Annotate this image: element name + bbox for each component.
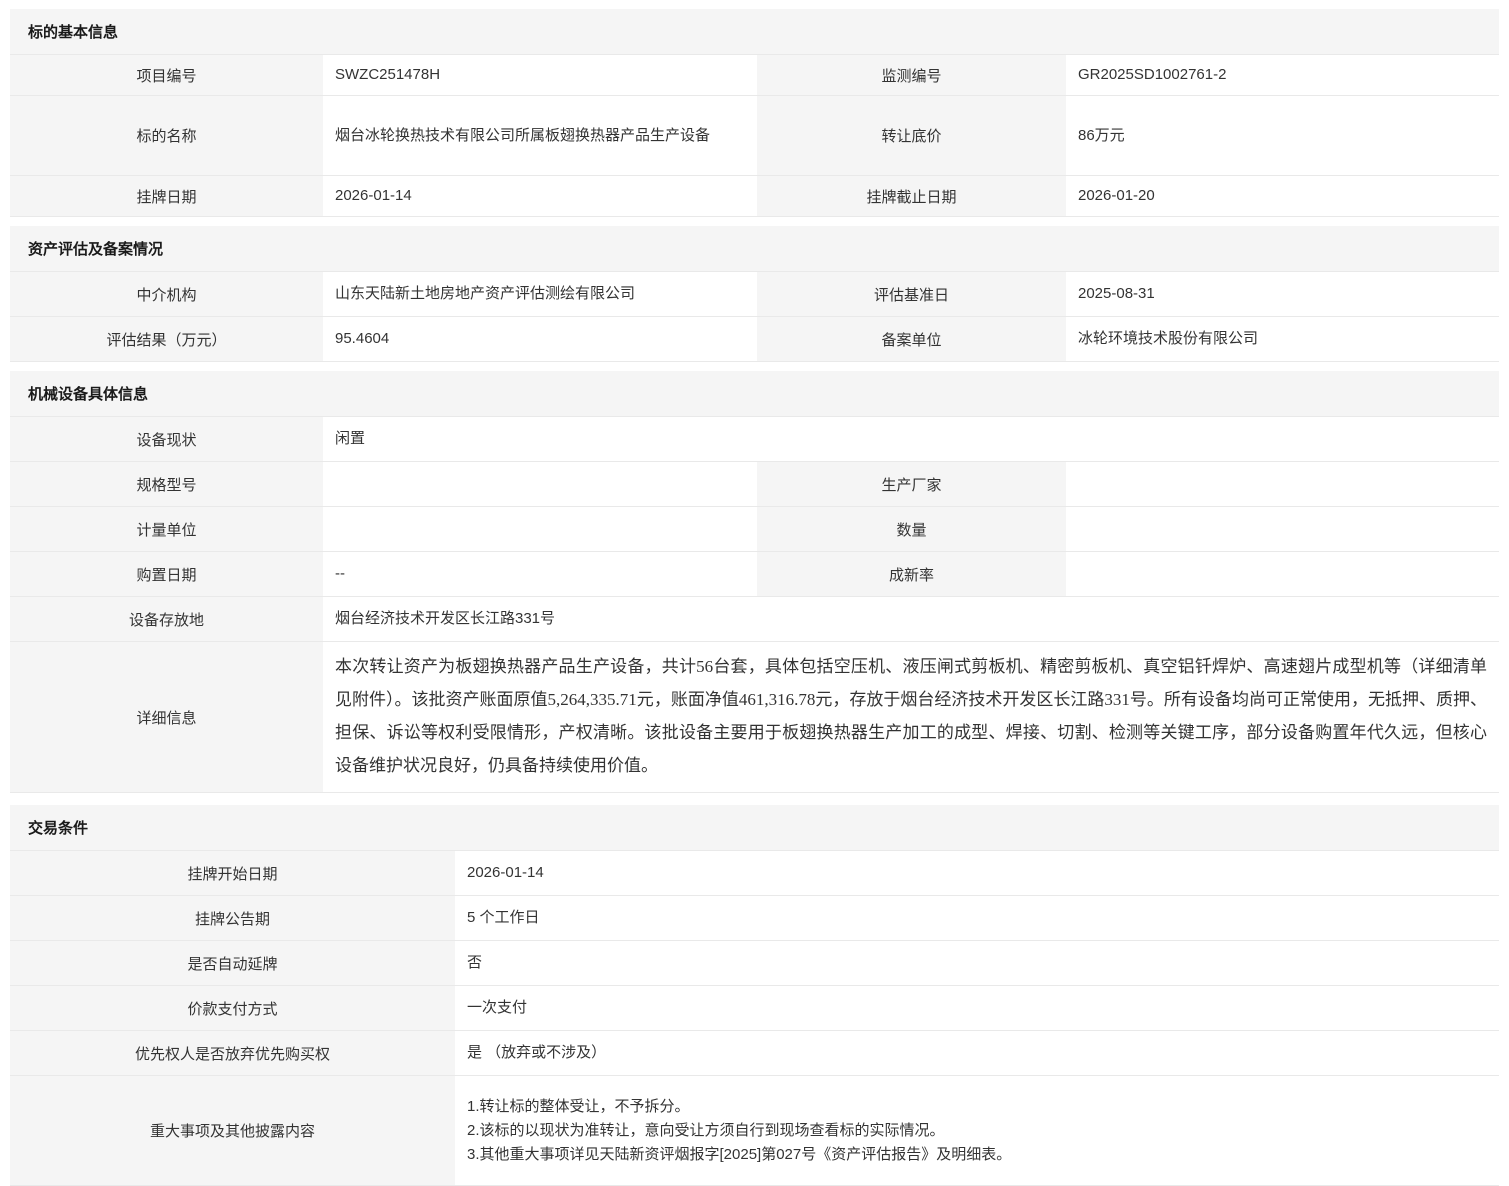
row-label-purchase-date: 购置日期	[10, 552, 323, 596]
table-row: 中介机构 山东天陆新土地房地产资产评估测绘有限公司 评估基准日 2025-08-…	[10, 272, 1499, 317]
row-label-unit: 计量单位	[10, 507, 323, 551]
row-value-auto-extension: 否	[455, 941, 1499, 985]
row-label-listing-deadline: 挂牌截止日期	[757, 176, 1066, 216]
row-label-quantity: 数量	[757, 507, 1066, 551]
row-value-major-disclosure: 1.转让标的整体受让，不予拆分。 2.该标的以现状为准转让，意向受让方须自行到现…	[455, 1076, 1499, 1185]
section-title-assessment: 资产评估及备案情况	[10, 226, 1499, 272]
disclosure-line-2: 2.该标的以现状为准转让，意向受让方须自行到现场查看标的实际情况。	[467, 1119, 1011, 1143]
table-row: 项目编号 SWZC251478H 监测编号 GR2025SD1002761-2	[10, 55, 1499, 96]
section-assessment: 资产评估及备案情况 中介机构 山东天陆新土地房地产资产评估测绘有限公司 评估基准…	[10, 226, 1499, 362]
row-label-assessment-base-date: 评估基准日	[757, 272, 1066, 316]
row-value-announcement-period: 5 个工作日	[455, 896, 1499, 940]
row-label-spec-model: 规格型号	[10, 462, 323, 506]
table-row: 购置日期 -- 成新率	[10, 552, 1499, 597]
section-conditions: 交易条件 挂牌开始日期 2026-01-14 挂牌公告期 5 个工作日 是否自动…	[10, 805, 1499, 1186]
row-value-assessment-base-date: 2025-08-31	[1066, 272, 1499, 316]
row-label-payment-method: 价款支付方式	[10, 986, 455, 1030]
row-label-agency: 中介机构	[10, 272, 323, 316]
section-title-basic-info: 标的基本信息	[10, 9, 1499, 55]
table-row: 评估结果（万元） 95.4604 备案单位 冰轮环境技术股份有限公司	[10, 317, 1499, 362]
row-value-unit	[323, 507, 757, 551]
table-row: 挂牌开始日期 2026-01-14	[10, 851, 1499, 896]
section-title-conditions: 交易条件	[10, 805, 1499, 851]
row-value-quantity	[1066, 507, 1499, 551]
row-label-newness-rate: 成新率	[757, 552, 1066, 596]
row-value-detail-info: 本次转让资产为板翅换热器产品生产设备，共计56台套，具体包括空压机、液压闸式剪板…	[323, 642, 1499, 792]
table-row: 标的名称 烟台冰轮换热技术有限公司所属板翅换热器产品生产设备 转让底价 86万元	[10, 96, 1499, 176]
row-value-filing-unit: 冰轮环境技术股份有限公司	[1066, 317, 1499, 361]
row-value-purchase-date: --	[323, 552, 757, 596]
table-row: 规格型号 生产厂家	[10, 462, 1499, 507]
table-row: 是否自动延牌 否	[10, 941, 1499, 986]
row-label-announcement-period: 挂牌公告期	[10, 896, 455, 940]
row-value-subject-name: 烟台冰轮换热技术有限公司所属板翅换热器产品生产设备	[323, 96, 757, 175]
row-value-spec-model	[323, 462, 757, 506]
table-row: 挂牌日期 2026-01-14 挂牌截止日期 2026-01-20	[10, 176, 1499, 217]
section-equipment: 机械设备具体信息 设备现状 闲置 规格型号 生产厂家 计量单位 数量 购置日期 …	[10, 371, 1499, 793]
row-value-listing-start-date: 2026-01-14	[455, 851, 1499, 895]
row-value-listing-deadline: 2026-01-20	[1066, 176, 1499, 216]
section-basic-info: 标的基本信息 项目编号 SWZC251478H 监测编号 GR2025SD100…	[10, 9, 1499, 217]
row-value-monitor-number: GR2025SD1002761-2	[1066, 55, 1499, 95]
row-label-major-disclosure: 重大事项及其他披露内容	[10, 1076, 455, 1185]
row-value-floor-price: 86万元	[1066, 96, 1499, 175]
row-value-listing-date: 2026-01-14	[323, 176, 757, 216]
row-label-auto-extension: 是否自动延牌	[10, 941, 455, 985]
table-row: 挂牌公告期 5 个工作日	[10, 896, 1499, 941]
row-label-listing-start-date: 挂牌开始日期	[10, 851, 455, 895]
row-label-subject-name: 标的名称	[10, 96, 323, 175]
row-label-floor-price: 转让底价	[757, 96, 1066, 175]
row-value-manufacturer	[1066, 462, 1499, 506]
row-value-storage-location: 烟台经济技术开发区长江路331号	[323, 597, 1499, 641]
disclosure-line-3: 3.其他重大事项详见天陆新资评烟报字[2025]第027号《资产评估报告》及明细…	[467, 1143, 1011, 1167]
row-label-project-number: 项目编号	[10, 55, 323, 95]
table-row: 设备现状 闲置	[10, 417, 1499, 462]
table-row: 重大事项及其他披露内容 1.转让标的整体受让，不予拆分。 2.该标的以现状为准转…	[10, 1076, 1499, 1186]
table-row: 设备存放地 烟台经济技术开发区长江路331号	[10, 597, 1499, 642]
row-label-listing-date: 挂牌日期	[10, 176, 323, 216]
table-row: 优先权人是否放弃优先购买权 是 （放弃或不涉及）	[10, 1031, 1499, 1076]
disclosure-line-1: 1.转让标的整体受让，不予拆分。	[467, 1095, 1011, 1119]
row-label-equipment-status: 设备现状	[10, 417, 323, 461]
row-label-storage-location: 设备存放地	[10, 597, 323, 641]
section-title-equipment: 机械设备具体信息	[10, 371, 1499, 417]
row-label-preemptive-right-waiver: 优先权人是否放弃优先购买权	[10, 1031, 455, 1075]
table-row: 详细信息 本次转让资产为板翅换热器产品生产设备，共计56台套，具体包括空压机、液…	[10, 642, 1499, 793]
row-value-payment-method: 一次支付	[455, 986, 1499, 1030]
row-value-assessment-result: 95.4604	[323, 317, 757, 361]
row-value-equipment-status: 闲置	[323, 417, 1499, 461]
row-value-agency: 山东天陆新土地房地产资产评估测绘有限公司	[323, 272, 757, 316]
row-label-filing-unit: 备案单位	[757, 317, 1066, 361]
row-value-newness-rate	[1066, 552, 1499, 596]
row-label-detail-info: 详细信息	[10, 642, 323, 792]
row-value-preemptive-right-waiver: 是 （放弃或不涉及）	[455, 1031, 1499, 1075]
table-row: 计量单位 数量	[10, 507, 1499, 552]
row-label-assessment-result: 评估结果（万元）	[10, 317, 323, 361]
row-label-manufacturer: 生产厂家	[757, 462, 1066, 506]
row-value-project-number: SWZC251478H	[323, 55, 757, 95]
table-row: 价款支付方式 一次支付	[10, 986, 1499, 1031]
row-label-monitor-number: 监测编号	[757, 55, 1066, 95]
